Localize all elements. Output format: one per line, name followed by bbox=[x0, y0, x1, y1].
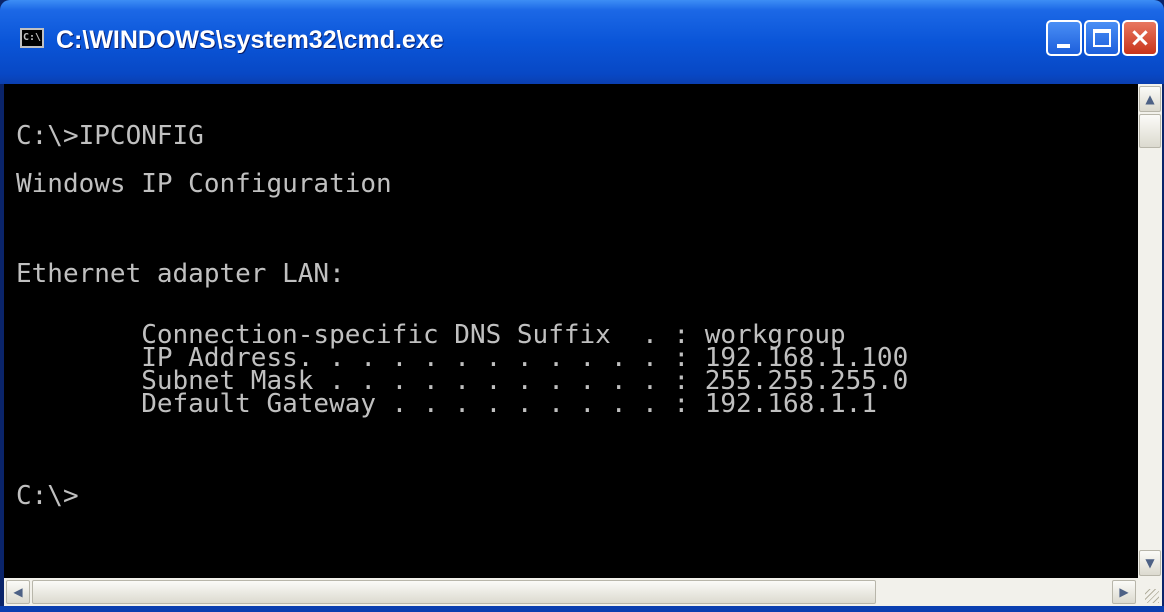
arrow-right-icon: ▶ bbox=[1119, 585, 1129, 599]
close-icon: × bbox=[1129, 23, 1151, 53]
scroll-right-button[interactable]: ▶ bbox=[1112, 580, 1136, 604]
scroll-left-button[interactable]: ◀ bbox=[6, 580, 30, 604]
window-title: C:\WINDOWS\system32\cmd.exe bbox=[56, 26, 444, 54]
console-line: Windows IP Configuration bbox=[16, 169, 392, 199]
arrow-left-icon: ◀ bbox=[13, 585, 23, 599]
maximize-icon bbox=[1093, 29, 1111, 47]
arrow-down-icon: ▼ bbox=[1145, 556, 1155, 570]
title-bar[interactable]: C:\ C:\WINDOWS\system32\cmd.exe × bbox=[0, 0, 1164, 84]
close-button[interactable]: × bbox=[1122, 20, 1158, 56]
vertical-scrollbar[interactable]: ▲ ▼ bbox=[1138, 84, 1162, 578]
window-frame-bottom bbox=[0, 606, 1164, 612]
scroll-up-button[interactable]: ▲ bbox=[1139, 86, 1161, 112]
horizontal-scrollbar[interactable]: ◀ ▶ bbox=[4, 578, 1138, 606]
console-line: C:\>IPCONFIG bbox=[16, 121, 204, 151]
minimize-icon bbox=[1057, 44, 1070, 48]
vertical-scroll-thumb[interactable] bbox=[1139, 114, 1161, 148]
console-output[interactable]: C:\>IPCONFIG Windows IP Configuration Et… bbox=[4, 84, 1138, 578]
scroll-down-button[interactable]: ▼ bbox=[1139, 550, 1161, 576]
resize-grip[interactable] bbox=[1138, 578, 1162, 606]
console-line: Default Gateway . . . . . . . . . : 192.… bbox=[16, 389, 877, 419]
cmd-icon[interactable]: C:\ bbox=[20, 28, 44, 48]
minimize-button[interactable] bbox=[1046, 20, 1082, 56]
horizontal-scroll-thumb[interactable] bbox=[32, 580, 876, 604]
arrow-up-icon: ▲ bbox=[1145, 92, 1155, 106]
cmd-window: C:\ C:\WINDOWS\system32\cmd.exe × C:\>IP… bbox=[0, 0, 1164, 612]
maximize-button[interactable] bbox=[1084, 20, 1120, 56]
console-line: Ethernet adapter LAN: bbox=[16, 259, 345, 289]
console-prompt: C:\> bbox=[16, 481, 79, 511]
resize-grip-icon bbox=[1145, 589, 1159, 603]
